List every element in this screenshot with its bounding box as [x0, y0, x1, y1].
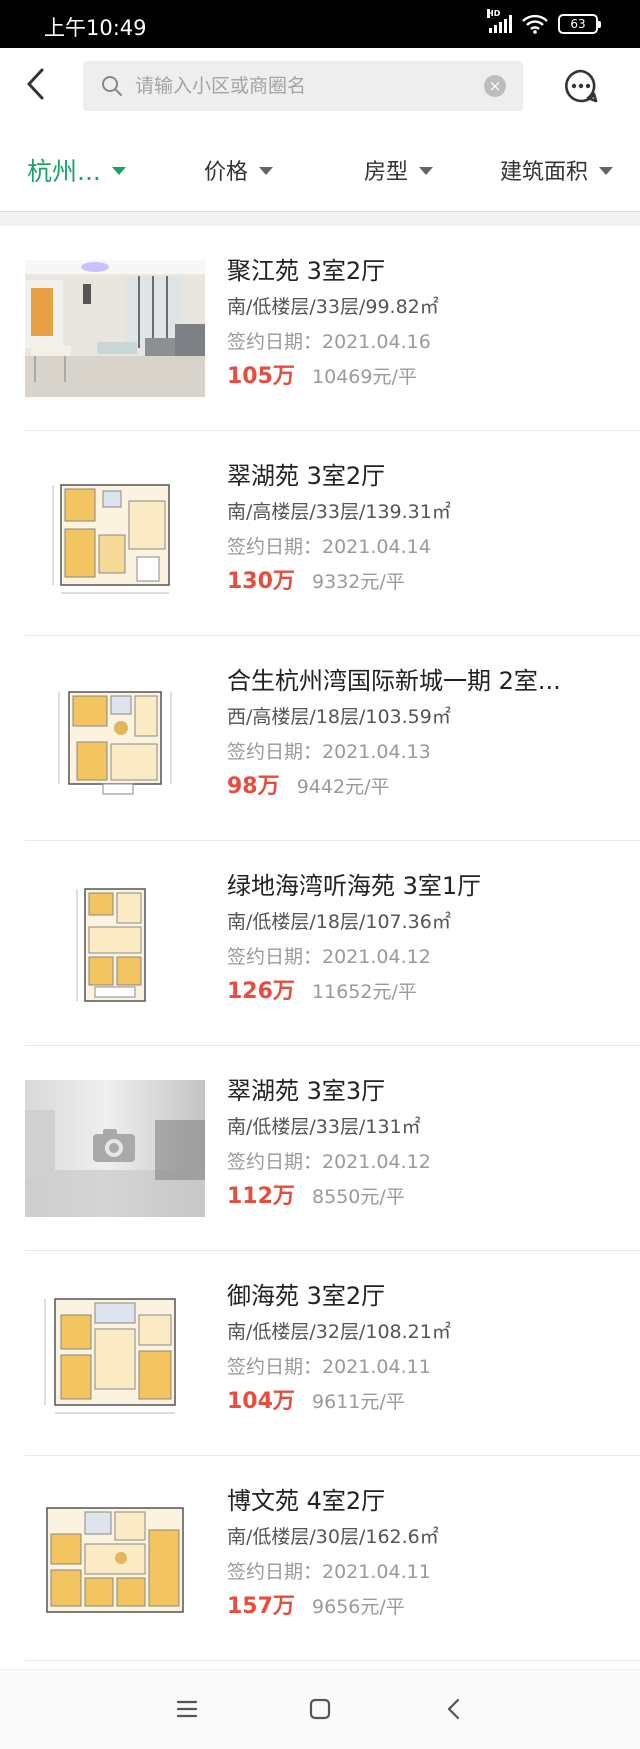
listing-meta: 西/高楼层/18层/103.59㎡ — [227, 706, 451, 728]
listing-title: 御海苑 3室2厅 — [227, 1282, 386, 1310]
menu-icon[interactable] — [170, 1692, 204, 1726]
listing-info: 御海苑 3室2厅 南/低楼层/32层/108.21㎡ 签约日期：2021.04.… — [227, 1279, 627, 1417]
floorplan-image — [25, 670, 205, 807]
listing-info: 合生杭州湾国际新城一期 2室... 西/高楼层/18层/103.59㎡ 签约日期… — [227, 664, 627, 802]
listing-price: 104万 — [227, 1389, 295, 1414]
listing-title: 绿地海湾听海苑 3室1厅 — [227, 872, 482, 900]
filter-layout[interactable]: 房型 — [364, 154, 434, 186]
status-time: 上午10:49 — [44, 16, 147, 40]
price-row: 130万 9332元/平 — [227, 568, 627, 597]
listing-meta: 南/低楼层/30层/162.6㎡ — [227, 1526, 439, 1548]
floorplan-image — [25, 1490, 205, 1627]
list-item[interactable]: 合生杭州湾国际新城一期 2室... 西/高楼层/18层/103.59㎡ 签约日期… — [25, 636, 640, 841]
wifi-icon — [522, 14, 548, 34]
price-row: 104万 9611元/平 — [227, 1388, 627, 1417]
listing-unit-price: 9656元/平 — [312, 1596, 405, 1618]
listing-meta: 南/高楼层/33层/139.31㎡ — [227, 501, 451, 523]
listing-date: 签约日期：2021.04.14 — [227, 536, 431, 558]
price-row: 157万 9656元/平 — [227, 1593, 627, 1622]
caret-down-icon — [111, 167, 126, 175]
price-row: 126万 11652元/平 — [227, 978, 627, 1007]
listing-date: 签约日期：2021.04.16 — [227, 331, 431, 353]
back-icon[interactable] — [22, 66, 52, 102]
listing-title: 聚江苑 3室2厅 — [227, 257, 386, 285]
listing-unit-price: 8550元/平 — [312, 1186, 405, 1208]
status-icons: HD 63 — [487, 9, 601, 34]
filter-city-label: 杭州... — [27, 157, 101, 186]
price-row: 98万 9442元/平 — [227, 773, 627, 802]
listing-price: 112万 — [227, 1184, 295, 1209]
list-item[interactable]: 绿地海湾听海苑 3室1厅 南/低楼层/18层/107.36㎡ 签约日期：2021… — [25, 841, 640, 1046]
listing-meta: 南/低楼层/33层/99.82㎡ — [227, 296, 439, 318]
caret-down-icon — [599, 167, 614, 175]
photo-placeholder — [25, 1080, 205, 1217]
listing-unit-price: 11652元/平 — [312, 981, 417, 1003]
listing-photo — [25, 260, 205, 397]
caret-down-icon — [259, 167, 274, 175]
filter-layout-label: 房型 — [364, 160, 409, 185]
list-item[interactable]: 聚江苑 3室2厅 南/低楼层/33层/99.82㎡ 签约日期：2021.04.1… — [25, 226, 640, 431]
listing-date: 签约日期：2021.04.11 — [227, 1356, 431, 1378]
listing-info: 翠湖苑 3室3厅 南/低楼层/33层/131㎡ 签约日期：2021.04.12 … — [227, 1074, 627, 1212]
listing-price: 98万 — [227, 774, 280, 799]
listing-unit-price: 9332元/平 — [312, 571, 405, 593]
signal-icon: HD — [487, 9, 512, 33]
search-icon — [102, 76, 122, 96]
filter-city[interactable]: 杭州... — [27, 152, 126, 188]
listing-price: 157万 — [227, 1594, 295, 1619]
filter-price-label: 价格 — [204, 160, 249, 185]
listing-title: 翠湖苑 3室2厅 — [227, 462, 386, 490]
filter-price[interactable]: 价格 — [204, 154, 274, 186]
listing-date: 签约日期：2021.04.12 — [227, 946, 431, 968]
section-divider — [0, 212, 640, 226]
status-bar: 上午10:49 HD 63 — [0, 0, 640, 48]
listing-info: 博文苑 4室2厅 南/低楼层/30层/162.6㎡ 签约日期：2021.04.1… — [227, 1484, 627, 1622]
home-icon[interactable] — [303, 1692, 337, 1726]
battery-icon: 63 — [558, 14, 601, 34]
listing-info: 翠湖苑 3室2厅 南/高楼层/33层/139.31㎡ 签约日期：2021.04.… — [227, 459, 627, 597]
list-item[interactable]: 翠湖苑 3室3厅 南/低楼层/33层/131㎡ 签约日期：2021.04.12 … — [25, 1046, 640, 1251]
listing-date: 签约日期：2021.04.11 — [227, 1561, 431, 1583]
caret-down-icon — [419, 167, 434, 175]
listing-meta: 南/低楼层/32层/108.21㎡ — [227, 1321, 451, 1343]
listing-meta: 南/低楼层/33层/131㎡ — [227, 1116, 421, 1138]
search-input[interactable] — [135, 61, 455, 111]
listing-unit-price: 9442元/平 — [296, 776, 390, 798]
listing-date: 签约日期：2021.04.12 — [227, 1151, 431, 1173]
list-item[interactable]: 博文苑 4室2厅 南/低楼层/30层/162.6㎡ 签约日期：2021.04.1… — [25, 1456, 640, 1661]
search-bar[interactable]: × — [83, 61, 523, 111]
listing-title: 博文苑 4室2厅 — [227, 1487, 386, 1515]
price-row: 105万 10469元/平 — [227, 363, 627, 392]
price-row: 112万 8550元/平 — [227, 1183, 627, 1212]
nav-back-icon[interactable] — [437, 1692, 471, 1726]
list-item[interactable]: 翠湖苑 3室2厅 南/高楼层/33层/139.31㎡ 签约日期：2021.04.… — [25, 431, 640, 636]
listing-list: 聚江苑 3室2厅 南/低楼层/33层/99.82㎡ 签约日期：2021.04.1… — [0, 226, 640, 1661]
listing-meta: 南/低楼层/18层/107.36㎡ — [227, 911, 451, 933]
listing-unit-price: 9611元/平 — [312, 1391, 405, 1413]
listing-unit-price: 10469元/平 — [312, 366, 417, 388]
listing-date: 签约日期：2021.04.13 — [227, 741, 431, 763]
floorplan-image — [25, 875, 205, 1012]
hd-label: HD — [487, 9, 501, 18]
listing-title: 合生杭州湾国际新城一期 2室... — [227, 667, 561, 695]
filter-area[interactable]: 建筑面积 — [500, 154, 614, 186]
filter-bar: 杭州... 价格 房型 建筑面积 — [0, 122, 640, 212]
header: × — [0, 48, 640, 122]
listing-price: 105万 — [227, 364, 295, 389]
listing-info: 聚江苑 3室2厅 南/低楼层/33层/99.82㎡ 签约日期：2021.04.1… — [227, 254, 627, 392]
battery-level: 63 — [570, 17, 586, 31]
listing-price: 126万 — [227, 979, 295, 1004]
listing-info: 绿地海湾听海苑 3室1厅 南/低楼层/18层/107.36㎡ 签约日期：2021… — [227, 869, 627, 1007]
listing-price: 130万 — [227, 569, 295, 594]
floorplan-image — [25, 1285, 205, 1422]
filter-area-label: 建筑面积 — [500, 160, 589, 185]
clear-icon[interactable]: × — [484, 75, 506, 97]
listing-title: 翠湖苑 3室3厅 — [227, 1077, 386, 1105]
floorplan-image — [25, 465, 205, 602]
list-item[interactable]: 御海苑 3室2厅 南/低楼层/32层/108.21㎡ 签约日期：2021.04.… — [25, 1251, 640, 1456]
message-icon[interactable] — [563, 68, 599, 104]
system-nav-bar — [0, 1669, 640, 1749]
